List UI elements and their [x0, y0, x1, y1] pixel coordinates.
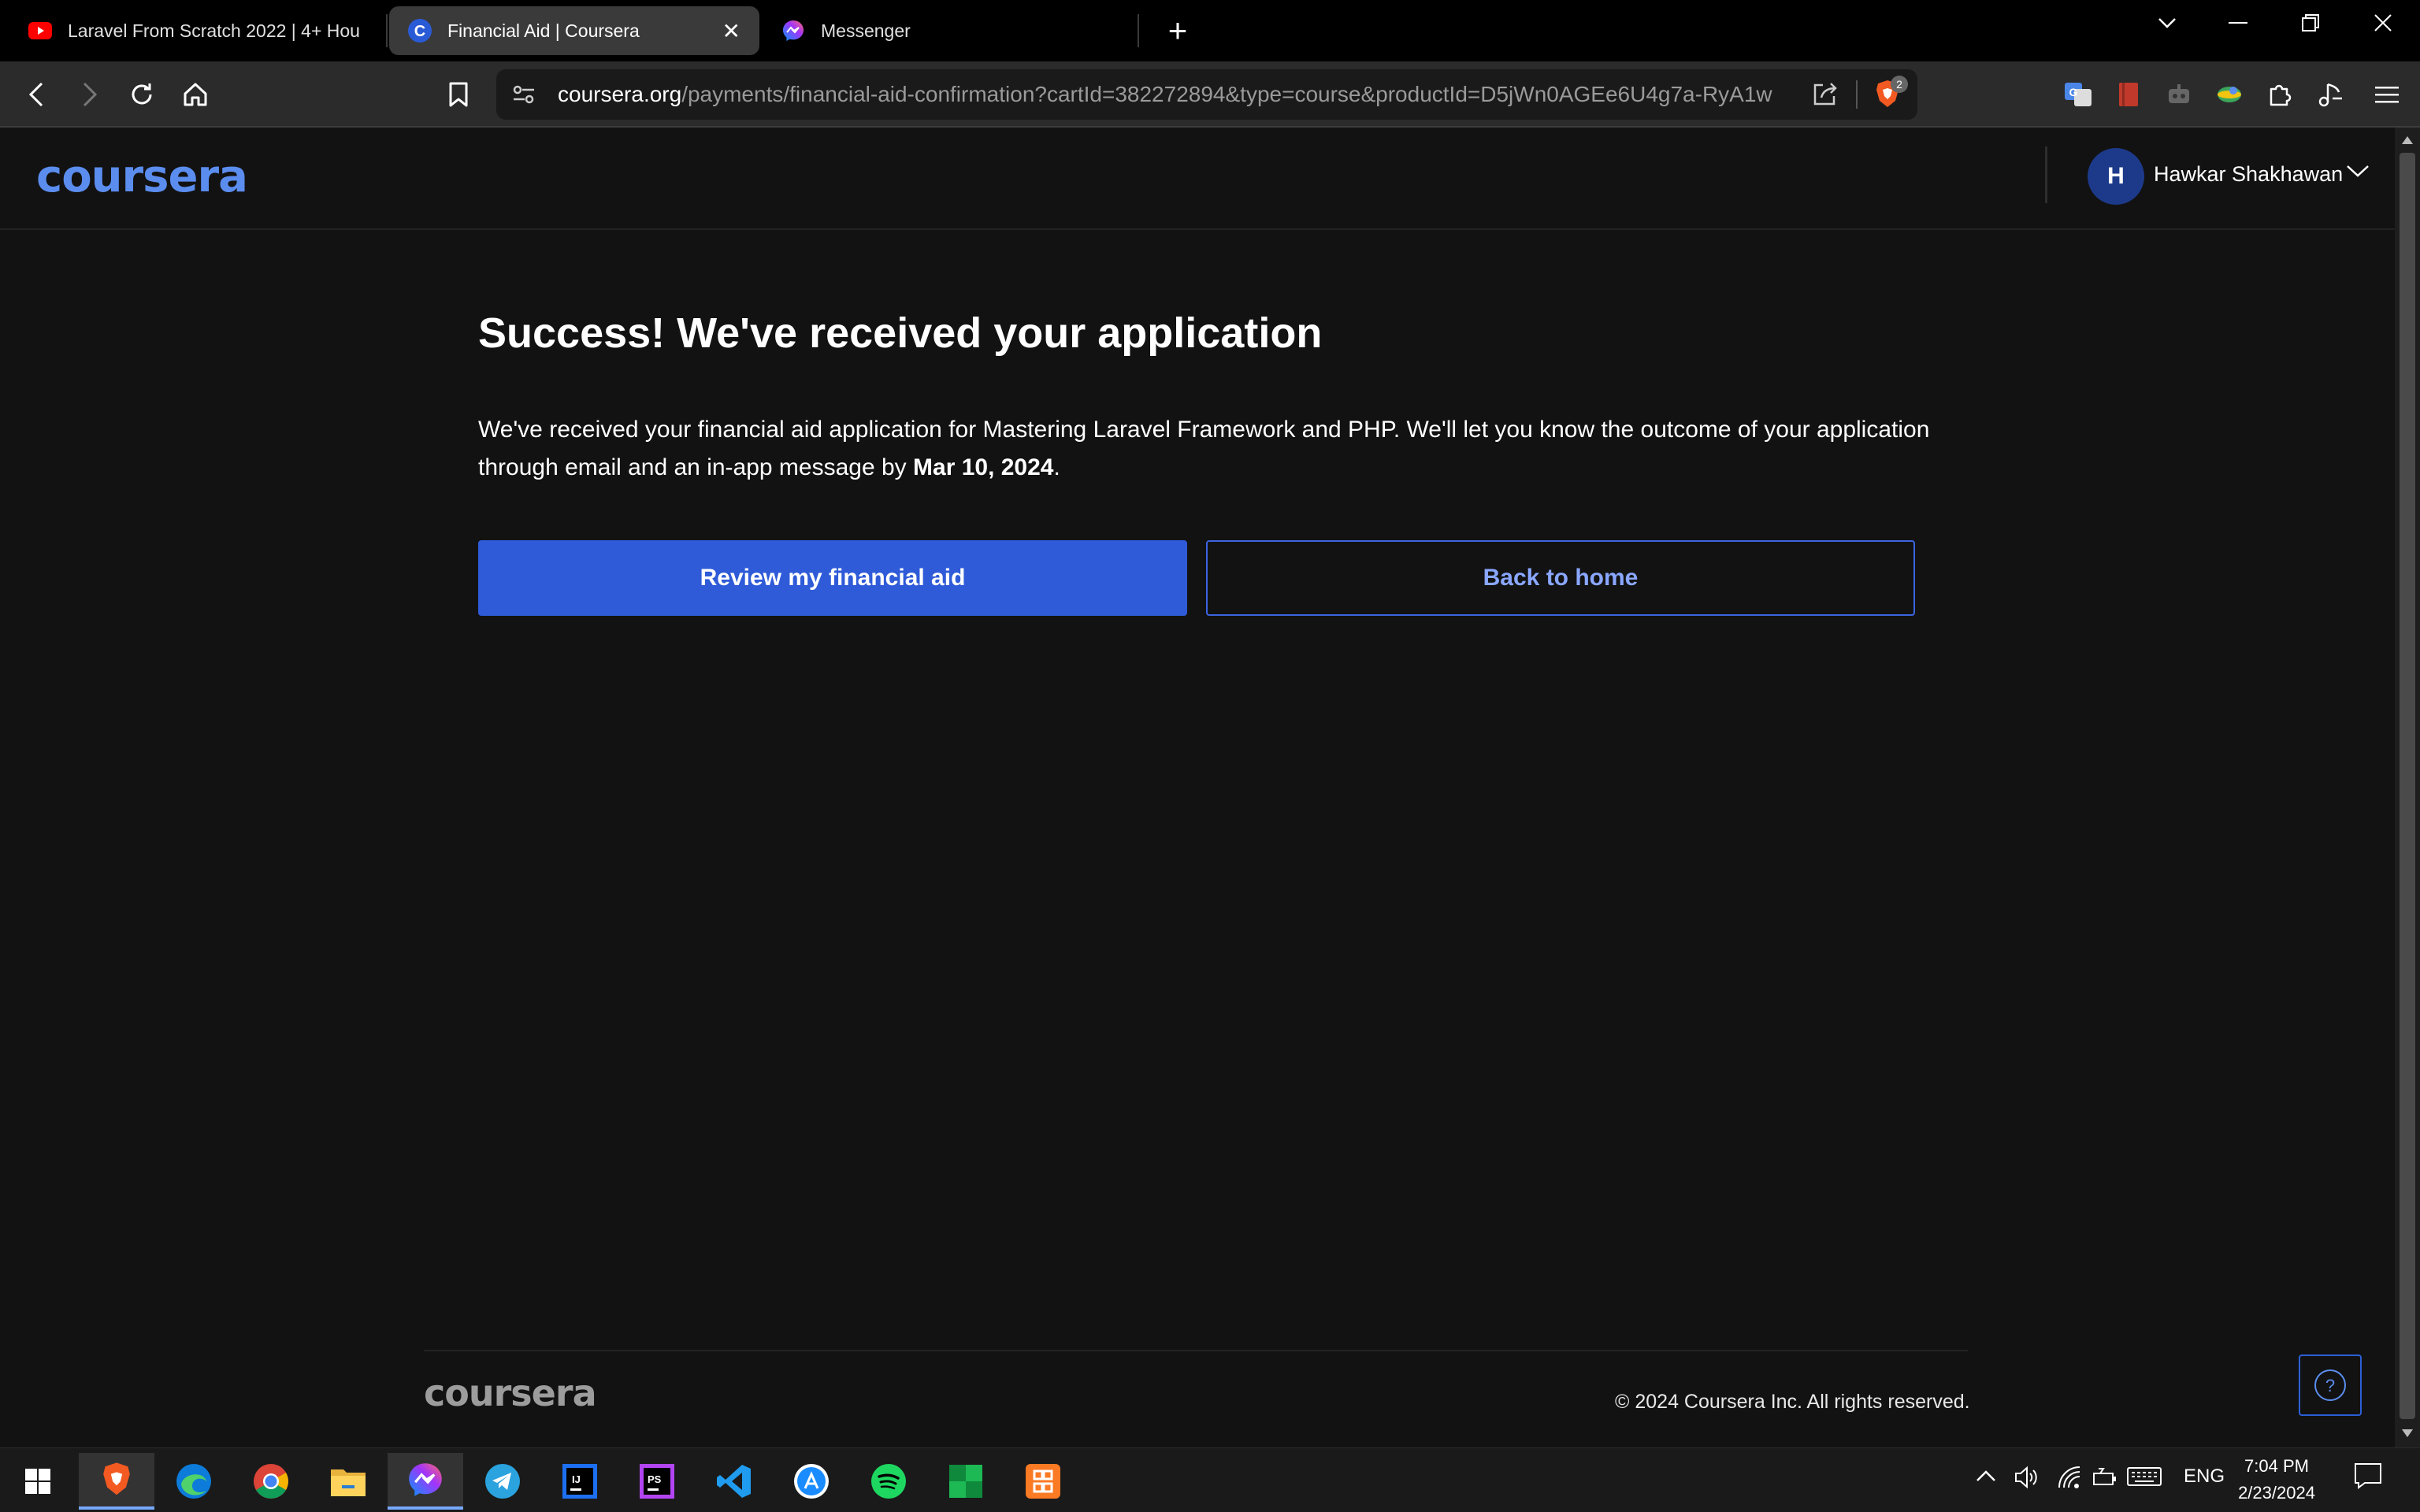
tab-laravel[interactable]: Laravel From Scratch 2022 | 4+ Hours: [9, 6, 380, 55]
back-icon[interactable]: [16, 74, 57, 115]
restore-icon[interactable]: [2283, 5, 2338, 41]
tab-search-chevron-icon[interactable]: [2140, 5, 2195, 41]
youtube-icon: [28, 19, 52, 43]
windows-start-icon[interactable]: [0, 1453, 76, 1510]
notifications-icon[interactable]: [2354, 1462, 2382, 1495]
taskbar-clock[interactable]: 7:04 PM 2/23/2024: [2221, 1453, 2332, 1506]
shield-count-badge: 2: [1891, 76, 1908, 93]
vscode-icon[interactable]: [696, 1453, 772, 1510]
close-tab-icon[interactable]: ✕: [722, 18, 740, 44]
tab-label: Financial Aid | Coursera: [447, 20, 640, 41]
red-book-extension-icon[interactable]: [2108, 74, 2149, 115]
page-title: Success! We've received your application: [478, 309, 1323, 357]
close-window-icon[interactable]: [2355, 5, 2411, 41]
user-name[interactable]: Hawkar Shakhawan: [2154, 162, 2343, 187]
chrome-icon[interactable]: [233, 1453, 309, 1510]
decision-date: Mar 10, 2024: [913, 454, 1054, 480]
browser-tab-strip: Laravel From Scratch 2022 | 4+ Hours C F…: [0, 0, 2420, 61]
input-language[interactable]: ENG: [2184, 1466, 2225, 1488]
spotify-icon[interactable]: [851, 1453, 926, 1510]
robot-extension-icon[interactable]: [2158, 74, 2199, 115]
scroll-down-icon: [2402, 1429, 2413, 1437]
chevron-down-icon[interactable]: [2346, 164, 2370, 182]
brave-icon[interactable]: [79, 1453, 154, 1510]
app-store-icon[interactable]: [774, 1453, 849, 1510]
bookmark-icon[interactable]: [438, 74, 479, 115]
tab-separator: [386, 14, 388, 47]
copyright-text: © 2024 Coursera Inc. All rights reserved…: [1615, 1391, 1970, 1413]
extensions-puzzle-icon[interactable]: [2259, 74, 2300, 115]
help-button[interactable]: ?: [2299, 1354, 2362, 1416]
tab-coursera[interactable]: C Financial Aid | Coursera ✕: [389, 6, 759, 55]
footer-divider: [424, 1350, 1968, 1351]
back-to-home-button[interactable]: Back to home: [1206, 540, 1915, 616]
tab-messenger[interactable]: Messenger: [763, 6, 1133, 55]
forward-icon[interactable]: [69, 74, 110, 115]
new-tab-button[interactable]: +: [1158, 11, 1197, 50]
intellij-icon[interactable]: IJ: [542, 1453, 618, 1510]
urlbar-divider: [1856, 80, 1858, 109]
tab-label: Laravel From Scratch 2022 | 4+ Hours: [68, 20, 361, 41]
scroll-up-icon: [2402, 136, 2413, 144]
xampp-icon[interactable]: [1005, 1453, 1081, 1510]
file-explorer-icon[interactable]: [310, 1453, 386, 1510]
tab-label: Messenger: [821, 20, 911, 41]
battery-icon[interactable]: [2092, 1466, 2118, 1495]
scroll-thumb[interactable]: [2400, 153, 2415, 1419]
review-financial-aid-button[interactable]: Review my financial aid: [478, 540, 1187, 616]
messenger-icon[interactable]: [388, 1453, 463, 1510]
address-bar[interactable]: coursera.org/payments/financial-aid-conf…: [496, 69, 1917, 120]
site-header: coursera H Hawkar Shakhawan: [0, 128, 2395, 230]
svg-text:IJ: IJ: [572, 1473, 581, 1485]
tab-separator: [1138, 14, 1139, 47]
minimize-icon[interactable]: [2210, 5, 2266, 41]
site-settings-icon[interactable]: [512, 83, 536, 109]
svg-text:C: C: [414, 23, 425, 40]
coursera-page: coursera H Hawkar Shakhawan Success! We'…: [0, 128, 2395, 1447]
header-divider: [2045, 146, 2047, 203]
clock-time: 7:04 PM: [2244, 1456, 2309, 1476]
confirmation-message: We've received your financial aid applic…: [478, 417, 1930, 480]
media-music-icon[interactable]: [2310, 74, 2351, 115]
clock-date: 2/23/2024: [2238, 1483, 2315, 1503]
svg-text:PS: PS: [648, 1473, 662, 1485]
help-question-icon: ?: [2314, 1369, 2346, 1401]
windows-taskbar: IJ PS ENG 7:04 PM 2/23/2024: [0, 1447, 2420, 1512]
translate-extension-icon[interactable]: G: [2058, 74, 2099, 115]
keyboard-icon[interactable]: [2127, 1466, 2162, 1493]
green-app-icon[interactable]: [928, 1453, 1004, 1510]
wifi-icon[interactable]: [2058, 1466, 2081, 1495]
tray-overflow-chevron-icon[interactable]: [1976, 1466, 1996, 1488]
menu-hamburger-icon[interactable]: [2366, 74, 2407, 115]
globe-extension-icon[interactable]: [2209, 74, 2250, 115]
svg-text:?: ?: [2325, 1376, 2335, 1395]
page-scrollbar[interactable]: [2395, 128, 2420, 1447]
phpstorm-icon[interactable]: PS: [619, 1453, 695, 1510]
reload-icon[interactable]: [121, 74, 162, 115]
home-icon[interactable]: [175, 74, 216, 115]
telegram-icon[interactable]: [465, 1453, 540, 1510]
volume-icon[interactable]: [2014, 1466, 2039, 1495]
svg-text:G: G: [2069, 86, 2078, 98]
edge-icon[interactable]: [156, 1453, 232, 1510]
browser-toolbar: coursera.org/payments/financial-aid-conf…: [0, 61, 2420, 128]
coursera-logo[interactable]: coursera: [36, 151, 248, 202]
url-text[interactable]: coursera.org/payments/financial-aid-conf…: [558, 82, 1772, 107]
footer-logo[interactable]: coursera: [424, 1372, 597, 1414]
avatar[interactable]: H: [2088, 148, 2144, 205]
coursera-icon: C: [408, 19, 432, 43]
messenger-icon: [781, 19, 805, 43]
share-icon[interactable]: [1812, 80, 1839, 111]
